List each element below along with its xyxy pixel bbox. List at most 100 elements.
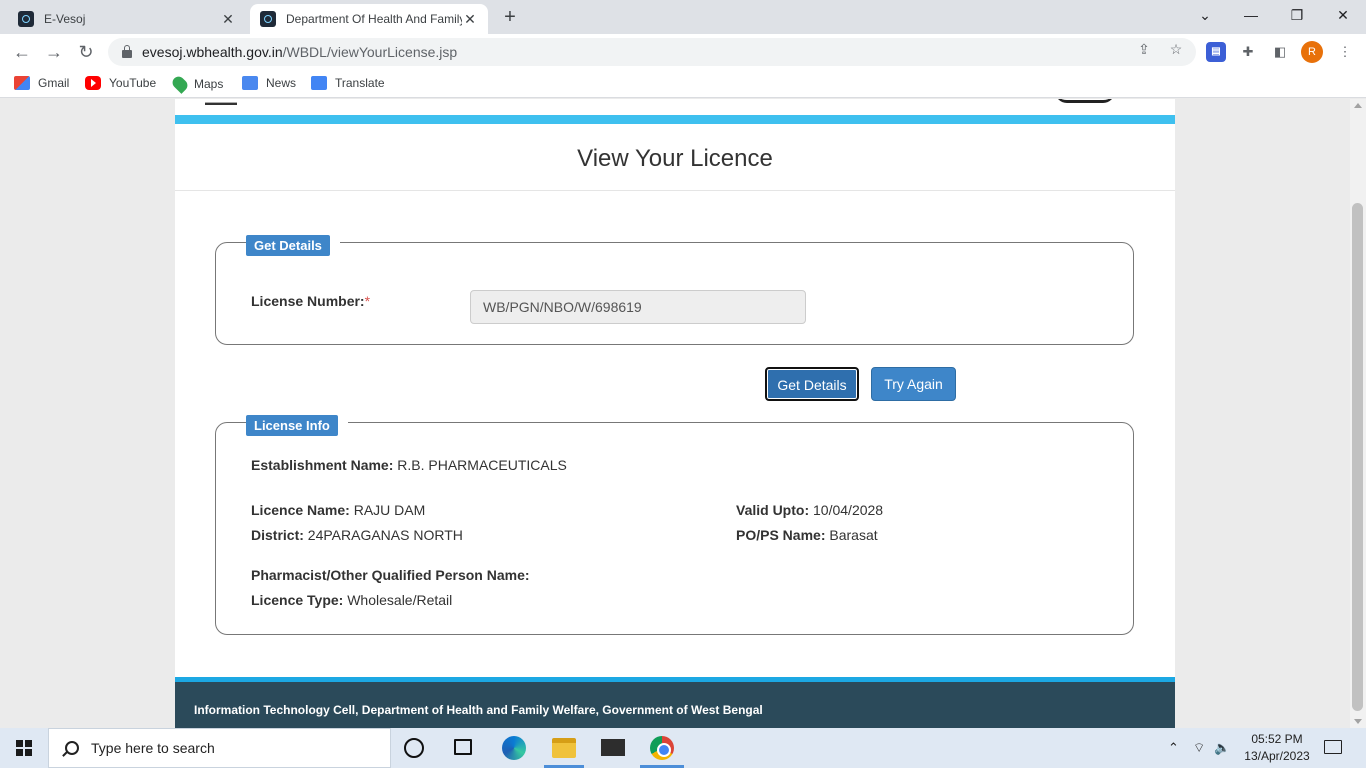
bookmark-label: Gmail <box>38 76 70 90</box>
clock-date: 13/Apr/2023 <box>1244 749 1310 763</box>
site-header: ▬▬▬▬ <box>175 99 1175 115</box>
extension-icon[interactable]: ▤ <box>1206 42 1226 62</box>
windows-start-icon[interactable] <box>16 740 32 756</box>
notification-icon[interactable] <box>1324 740 1342 754</box>
district-row: District: 24PARAGANAS NORTH <box>251 527 463 543</box>
menu-kebab-icon[interactable]: ⋮ <box>1335 42 1355 62</box>
bookmark-maps[interactable]: Maps <box>170 74 224 94</box>
cortana-icon[interactable] <box>404 738 424 758</box>
reload-icon[interactable]: ↻ <box>74 40 98 64</box>
get-details-fieldset: Get Details License Number:* WB/PGN/NBO/… <box>215 235 1134 345</box>
emblem-icon <box>1055 99 1115 103</box>
bookmark-youtube[interactable]: YouTube <box>85 76 156 90</box>
tab-health-department[interactable]: Department Of Health And Family Welfare … <box>250 4 488 34</box>
translate-icon <box>311 76 327 90</box>
page-title-bar: View Your Licence <box>175 124 1175 191</box>
footer-text: Information Technology Cell, Department … <box>194 703 763 717</box>
profile-avatar[interactable]: R <box>1301 41 1323 63</box>
valid-upto-row: Valid Upto: 10/04/2028 <box>736 502 883 518</box>
po-ps-row: PO/PS Name: Barasat <box>736 527 878 543</box>
license-info-legend: License Info <box>246 415 338 436</box>
header-logo-icon: ▬▬▬▬ <box>205 99 237 107</box>
license-number-label-text: License Number: <box>251 293 365 309</box>
edge-browser-icon[interactable] <box>502 736 526 760</box>
bookmark-label: YouTube <box>109 76 157 90</box>
volume-icon[interactable]: 🔈 <box>1214 740 1230 756</box>
bookmarks-bar: Gmail YouTube Maps News Translate <box>0 70 1366 98</box>
bookmark-label: News <box>266 76 297 90</box>
search-icon <box>65 741 79 755</box>
youtube-icon <box>85 76 101 90</box>
back-arrow-icon[interactable]: ← <box>10 40 34 64</box>
windows-taskbar: Type here to search ⌃ ⌔ 🔈 05:52 PM 13/Ap… <box>0 728 1366 768</box>
po-ps-label: PO/PS Name: <box>736 527 826 543</box>
chrome-icon[interactable] <box>650 736 674 760</box>
restore-button[interactable]: ❐ <box>1282 4 1312 26</box>
fieldset-legend: License Info <box>246 415 348 436</box>
tab-search-dropdown-icon[interactable]: ⌄ <box>1190 4 1220 26</box>
page-viewport: ▬▬▬▬ View Your Licence Get Details Licen… <box>0 99 1350 728</box>
browser-tabstrip: E-Vesoj ✕ Department Of Health And Famil… <box>0 0 1366 34</box>
side-panel-icon[interactable]: ◧ <box>1270 42 1290 62</box>
licence-name-label: Licence Name: <box>251 502 350 518</box>
file-explorer-icon[interactable] <box>552 738 576 758</box>
establishment-name-label: Establishment Name: <box>251 457 394 473</box>
scroll-down-arrow-icon[interactable] <box>1354 719 1362 724</box>
licence-type-label: Licence Type: <box>251 592 344 608</box>
url-path: /WBDL/viewYourLicense.jsp <box>282 44 458 60</box>
mail-icon[interactable] <box>601 739 625 756</box>
close-tab-icon[interactable]: ✕ <box>462 11 478 27</box>
forward-arrow-icon[interactable]: → <box>42 40 66 64</box>
news-icon <box>242 76 258 90</box>
bookmark-star-icon[interactable]: ☆ <box>1167 40 1185 58</box>
task-view-icon[interactable] <box>454 739 472 755</box>
minimize-button[interactable]: — <box>1236 4 1266 26</box>
network-icon[interactable]: ⌔ <box>1193 740 1205 756</box>
po-ps-value: Barasat <box>829 527 878 543</box>
close-window-button[interactable]: ✕ <box>1328 4 1358 26</box>
browser-toolbar: ← → ↻ evesoj.wbhealth.gov.in/WBDL/viewYo… <box>0 34 1366 70</box>
scrollbar-thumb[interactable] <box>1352 203 1363 711</box>
tab-title: E-Vesoj <box>44 12 86 26</box>
extensions-puzzle-icon[interactable]: ✚ <box>1238 42 1258 62</box>
licence-name-row: Licence Name: RAJU DAM <box>251 502 425 518</box>
bookmark-gmail[interactable]: Gmail <box>14 76 69 90</box>
url-host: evesoj.wbhealth.gov.in <box>142 44 283 60</box>
close-tab-icon[interactable]: ✕ <box>220 11 236 27</box>
page-container: ▬▬▬▬ View Your Licence Get Details Licen… <box>175 99 1175 728</box>
required-mark: * <box>364 293 371 309</box>
site-favicon-icon <box>260 11 276 27</box>
tab-title: Department Of Health And Family Welfare <box>286 12 462 26</box>
site-footer: Information Technology Cell, Department … <box>175 682 1175 728</box>
license-number-input[interactable]: WB/PGN/NBO/W/698619 <box>470 290 806 324</box>
licence-type-row: Licence Type: Wholesale/Retail <box>251 592 452 608</box>
district-value: 24PARAGANAS NORTH <box>307 527 463 543</box>
taskbar-clock[interactable]: 05:52 PM 13/Apr/2023 <box>1242 731 1312 765</box>
page-title: View Your Licence <box>577 145 773 172</box>
share-icon[interactable]: ⇪ <box>1135 40 1153 58</box>
valid-upto-label: Valid Upto: <box>736 502 810 518</box>
page-scrollbar[interactable] <box>1350 99 1366 728</box>
site-favicon-icon <box>18 11 34 27</box>
license-info-fieldset: License Info Establishment Name: R.B. PH… <box>215 415 1134 635</box>
get-details-button[interactable]: Get Details <box>765 367 859 401</box>
bookmark-translate[interactable]: Translate <box>311 76 385 90</box>
bookmark-news[interactable]: News <box>242 76 296 90</box>
search-placeholder: Type here to search <box>91 740 215 756</box>
gmail-icon <box>14 76 30 90</box>
valid-upto-value: 10/04/2028 <box>813 502 884 518</box>
scroll-up-arrow-icon[interactable] <box>1354 103 1362 108</box>
lock-icon[interactable] <box>122 45 132 58</box>
establishment-name-row: Establishment Name: R.B. PHARMACEUTICALS <box>251 457 567 473</box>
try-again-button[interactable]: Try Again <box>871 367 956 401</box>
new-tab-button[interactable]: + <box>498 6 522 30</box>
licence-type-value: Wholesale/Retail <box>347 592 453 608</box>
taskbar-search-box[interactable]: Type here to search <box>48 728 391 768</box>
tab-evesoj[interactable]: E-Vesoj ✕ <box>8 4 246 34</box>
tray-chevron-up-icon[interactable]: ⌃ <box>1168 740 1179 756</box>
bookmark-label: Maps <box>194 77 224 91</box>
address-bar[interactable]: evesoj.wbhealth.gov.in/WBDL/viewYourLice… <box>108 38 1196 66</box>
get-details-legend: Get Details <box>246 235 330 256</box>
maps-pin-icon <box>170 74 190 94</box>
pharmacist-label: Pharmacist/Other Qualified Person Name: <box>251 567 530 583</box>
